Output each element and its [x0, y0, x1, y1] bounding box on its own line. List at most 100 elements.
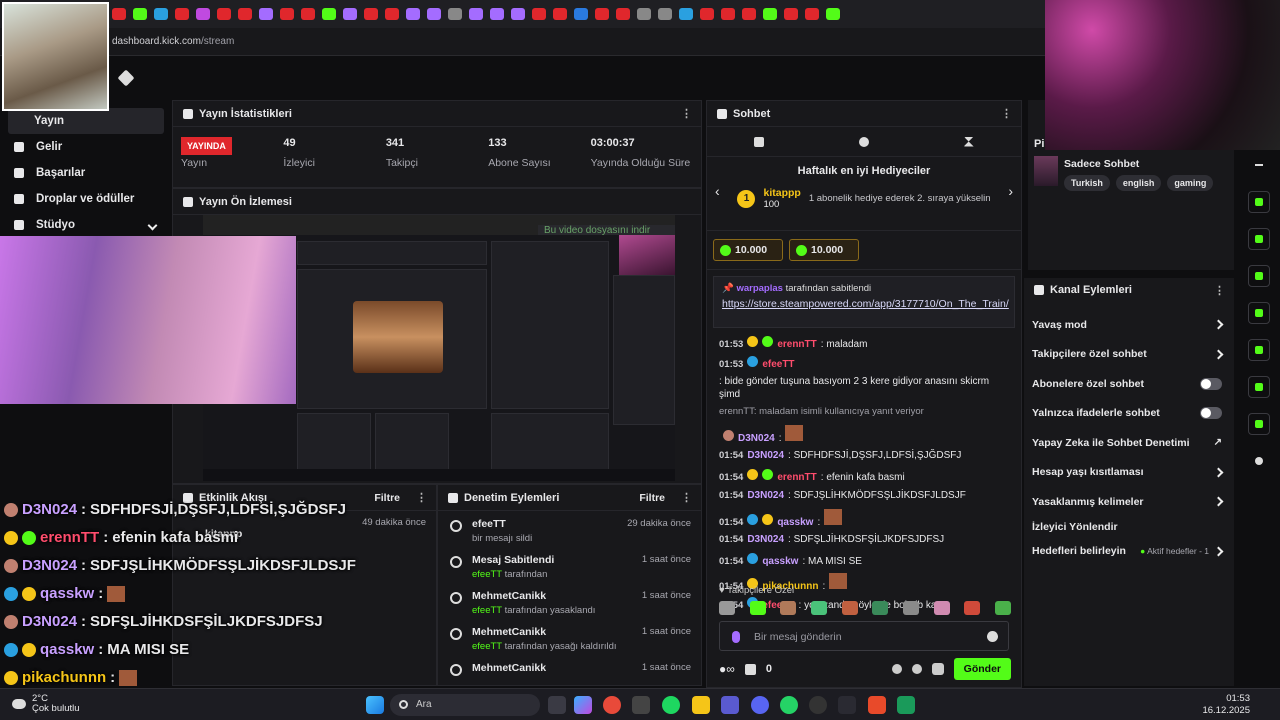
- task-view-icon[interactable]: [548, 696, 566, 714]
- more-options-icon[interactable]: ⋮: [416, 491, 427, 504]
- more-options-icon[interactable]: ⋮: [1214, 284, 1225, 297]
- spotify-icon[interactable]: [662, 696, 680, 714]
- kick-pill[interactable]: 10.000: [713, 239, 783, 261]
- wrench-icon[interactable]: [1248, 413, 1270, 435]
- drag-handle-icon[interactable]: [183, 108, 193, 119]
- chat-icon[interactable]: [1248, 302, 1270, 324]
- msg-user[interactable]: D3N024: [747, 449, 784, 462]
- gift-icon[interactable]: [744, 663, 756, 675]
- action-emotes-only[interactable]: Yalnızca ifadelerle sohbet: [1024, 399, 1234, 429]
- browser-tab-favicon[interactable]: [553, 8, 567, 20]
- chat-input[interactable]: Bir mesaj gönderin: [719, 621, 1009, 651]
- gear-icon[interactable]: [891, 664, 902, 674]
- emote-icon[interactable]: [933, 601, 950, 615]
- windows-start-icon[interactable]: [366, 696, 384, 714]
- mod-action-row[interactable]: MehmetCanikk efeeTT tarafından yasağı kal…: [438, 619, 701, 655]
- browser-tab-favicon[interactable]: [574, 8, 588, 20]
- emote-icon[interactable]: [749, 601, 766, 615]
- mod-action-row[interactable]: MehmetCanikk efeeTT tarafından yasaklandı…: [438, 583, 701, 619]
- msg-user[interactable]: D3N024: [738, 432, 775, 445]
- tag[interactable]: english: [1115, 175, 1162, 191]
- nav-item-yayin[interactable]: Yayın: [8, 108, 164, 134]
- more-options-icon[interactable]: ⋮: [1001, 107, 1012, 120]
- browser-tab-favicon[interactable]: [637, 8, 651, 20]
- speech-bubble-icon[interactable]: [858, 136, 869, 147]
- mod-action-row[interactable]: Mesaj Sabitlendi efeeTT tarafından 1 saat …: [438, 547, 701, 583]
- xbox-icon[interactable]: [897, 696, 915, 714]
- browser-tab-favicon[interactable]: [322, 8, 336, 20]
- browser-tab-favicon[interactable]: [805, 8, 819, 20]
- drag-handle-icon[interactable]: [448, 492, 458, 503]
- target-icon[interactable]: [1248, 191, 1270, 213]
- bolt-icon[interactable]: [1248, 228, 1270, 250]
- drag-handle-icon[interactable]: [183, 196, 193, 207]
- trash-icon[interactable]: [754, 136, 765, 147]
- taskbar-search[interactable]: Ara: [390, 694, 540, 716]
- msg-user[interactable]: efeeTT: [762, 358, 794, 371]
- system-clock[interactable]: 01:53 16.12.2025: [1202, 693, 1250, 717]
- browser-tab-favicon[interactable]: [175, 8, 189, 20]
- action-slow-mode[interactable]: Yavaş mod: [1024, 310, 1234, 340]
- pinned-link[interactable]: https://store.steampowered.com/app/31777…: [722, 298, 1009, 311]
- browser-tab-favicon[interactable]: [700, 8, 714, 20]
- browser-tab-favicon[interactable]: [490, 8, 504, 20]
- kick-pill[interactable]: 10.000: [789, 239, 859, 261]
- browser-tab-favicon[interactable]: [133, 8, 147, 20]
- action-subs-only[interactable]: Abonelere özel sohbet: [1024, 369, 1234, 399]
- msg-user[interactable]: D3N024: [747, 533, 784, 546]
- terminal-icon[interactable]: [838, 696, 856, 714]
- browser-tab-favicon[interactable]: [385, 8, 399, 20]
- browser-tab-favicon[interactable]: [448, 8, 462, 20]
- app-icon[interactable]: [721, 696, 739, 714]
- emote-icon[interactable]: [872, 601, 889, 615]
- whatsapp-icon[interactable]: [780, 696, 798, 714]
- action-followers-only[interactable]: Takipçilere özel sohbet: [1024, 340, 1234, 370]
- weather-widget[interactable]: 2°C Çok bulutlu: [12, 694, 80, 714]
- action-goals[interactable]: Hedefleri belirleyin ● Aktif hedefler - 1: [1024, 537, 1234, 567]
- browser-tab-favicon[interactable]: [658, 8, 672, 20]
- wrench-icon[interactable]: [117, 69, 135, 87]
- msg-user[interactable]: D3N024: [747, 489, 784, 502]
- emote-icon[interactable]: [994, 601, 1011, 615]
- chevron-right-icon[interactable]: ›: [1008, 183, 1013, 199]
- more-options-icon[interactable]: ⋮: [681, 107, 692, 120]
- browser-tab-favicon[interactable]: [616, 8, 630, 20]
- discord-icon[interactable]: [751, 696, 769, 714]
- browser-tab-favicon[interactable]: [826, 8, 840, 20]
- emotes-only-toggle[interactable]: [1200, 407, 1222, 420]
- browser-tab-favicon[interactable]: [364, 8, 378, 20]
- chevron-left-icon[interactable]: ‹: [715, 183, 720, 199]
- mod-action-row[interactable]: MehmetCanikk 1 saat önce: [438, 655, 701, 691]
- chat-bubble-icon[interactable]: [911, 664, 922, 674]
- browser-tab-favicon[interactable]: [301, 8, 315, 20]
- browser-tab-favicon[interactable]: [112, 8, 126, 20]
- browser-tab-favicon[interactable]: [469, 8, 483, 20]
- tag[interactable]: gaming: [1167, 175, 1214, 191]
- action-ai-moderation[interactable]: Yapay Zeka ile Sohbet Denetimi ↗: [1024, 428, 1234, 458]
- browser-tab-favicon[interactable]: [154, 8, 168, 20]
- pencil-icon[interactable]: [1248, 154, 1270, 176]
- kick-points-icon[interactable]: [1248, 450, 1270, 472]
- browser-tab-favicon[interactable]: [259, 8, 273, 20]
- nav-item-studyo[interactable]: Stüdyo: [0, 212, 172, 238]
- browser-tab-favicon[interactable]: [595, 8, 609, 20]
- emote-icon[interactable]: [841, 601, 858, 615]
- filter-button[interactable]: Filtre: [374, 492, 400, 504]
- folder-icon[interactable]: [692, 696, 710, 714]
- msg-user[interactable]: qasskw: [777, 516, 813, 529]
- browser-tab-favicon[interactable]: [784, 8, 798, 20]
- browser-tab-favicon[interactable]: [532, 8, 546, 20]
- nav-item-basarilar[interactable]: Başarılar: [0, 160, 172, 186]
- address-bar[interactable]: dashboard.kick.com/stream: [0, 28, 1045, 56]
- msg-user[interactable]: erennTT: [777, 338, 816, 351]
- emote-icon[interactable]: [902, 601, 919, 615]
- msg-user[interactable]: erennTT: [777, 471, 816, 484]
- browser-tab-favicon[interactable]: [763, 8, 777, 20]
- brave-icon[interactable]: [868, 696, 886, 714]
- emoji-icon[interactable]: [987, 631, 998, 642]
- browser-tab-favicon[interactable]: [742, 8, 756, 20]
- nav-item-gelir[interactable]: Gelir: [0, 134, 172, 160]
- subs-only-toggle[interactable]: [1200, 377, 1222, 390]
- chevron-down-icon[interactable]: [147, 220, 158, 230]
- kick-points-icon[interactable]: ●∞: [719, 662, 735, 676]
